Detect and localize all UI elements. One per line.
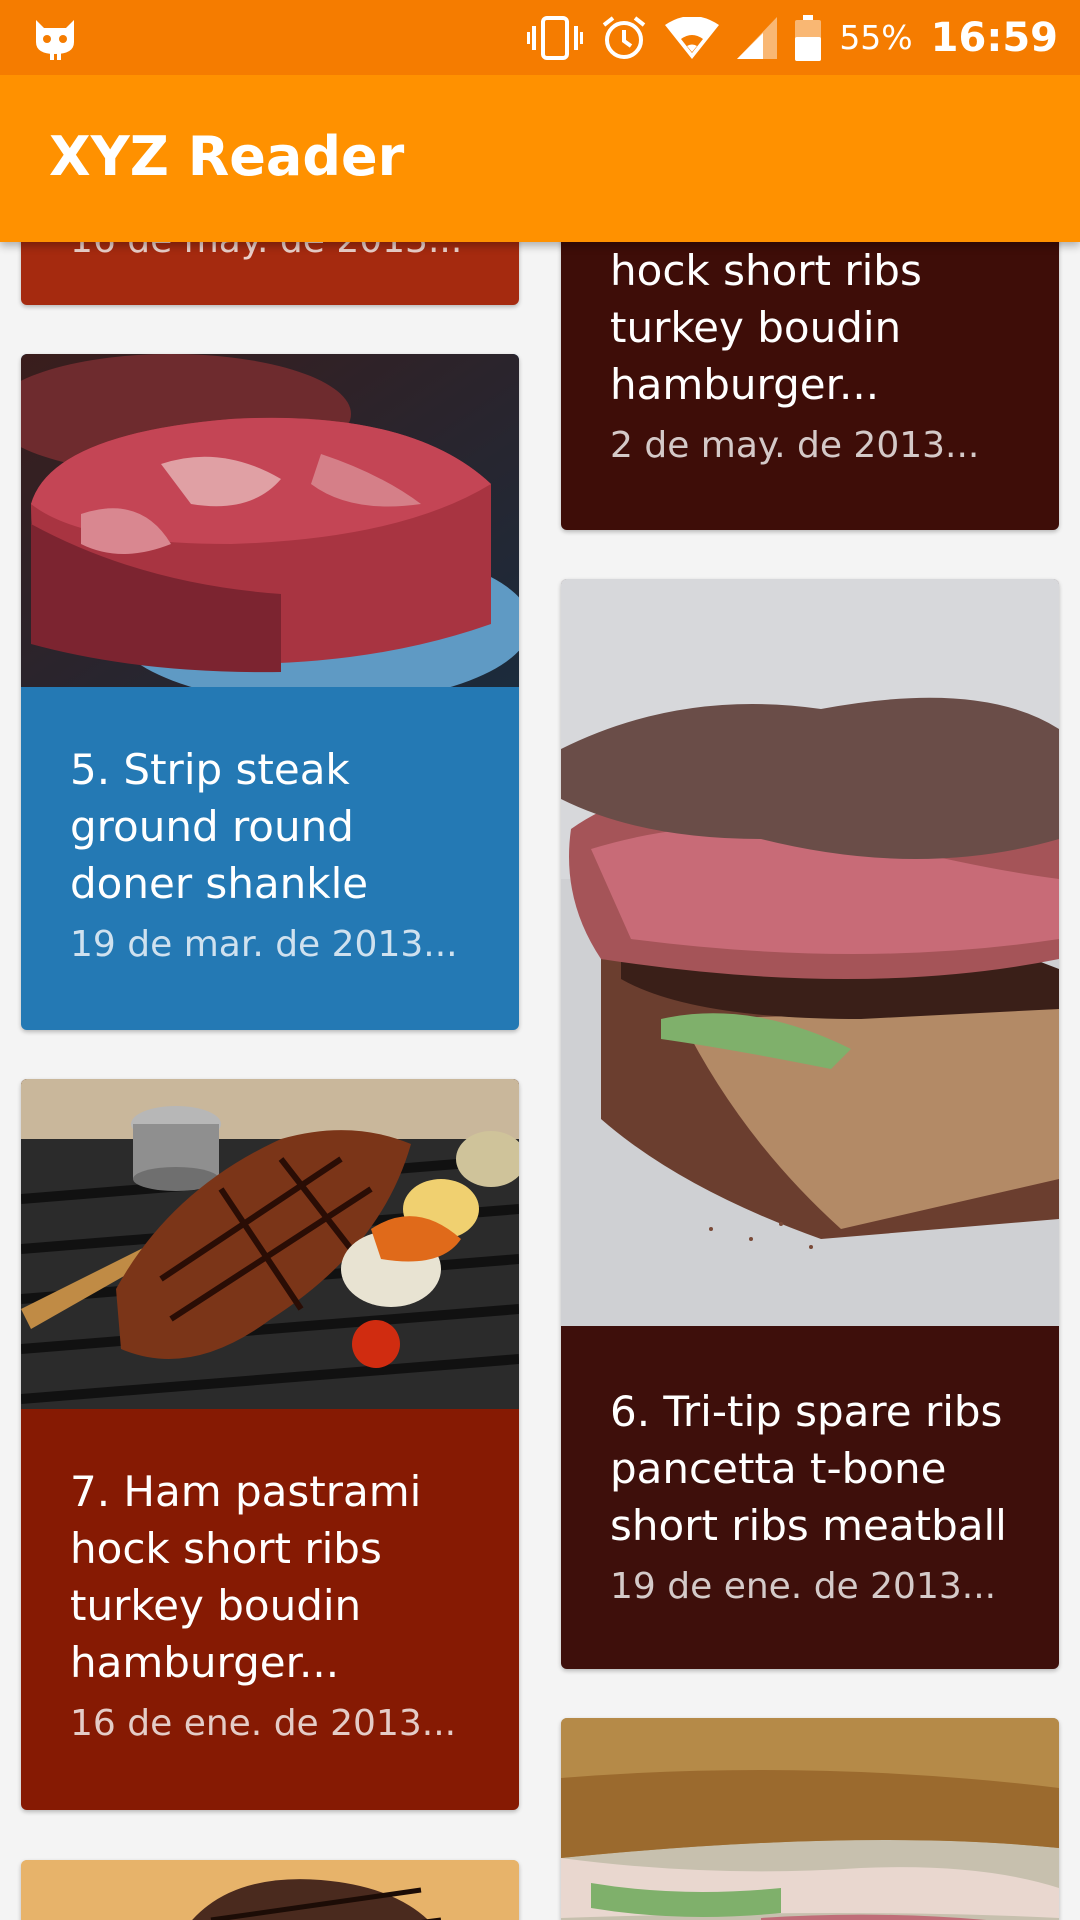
card-text: 6. Tri-tip spare ribs pancetta t-bone sh… [610, 1383, 1019, 1607]
screen: 55% 16:59 XYZ Reader 16 de may. de 2013.… [0, 0, 1080, 1920]
app-title: XYZ Reader [49, 125, 405, 188]
article-photo [561, 579, 1059, 1326]
notification-cat-icon [36, 20, 74, 60]
card-text: hock short ribs turkey boudin hamburger.… [610, 242, 1019, 466]
article-date: 16 de ene. de 2013... [70, 1703, 457, 1744]
cell-signal-icon [737, 16, 778, 59]
battery-percent: 55% [839, 18, 913, 57]
card-text: 7. Ham pastrami hock short ribs turkey b… [70, 1463, 479, 1744]
vibrate-icon [527, 15, 584, 60]
article-card[interactable]: 7. Ham pastrami hock short ribs turkey b… [21, 1079, 519, 1810]
article-card[interactable] [21, 1860, 519, 1920]
app-bar: XYZ Reader [0, 75, 1080, 242]
article-title: hock short ribs turkey boudin hamburger.… [610, 246, 922, 409]
article-date: 2 de may. de 2013... [610, 425, 980, 466]
article-card[interactable]: 5. Strip steak ground round doner shankl… [21, 354, 519, 1030]
article-title: 5. Strip steak ground round doner shankl… [70, 745, 369, 908]
status-icons: 55% 16:59 [527, 0, 1058, 75]
article-photo [21, 354, 519, 687]
status-bar: 55% 16:59 [0, 0, 1080, 75]
card-text: 5. Strip steak ground round doner shankl… [70, 741, 479, 965]
article-card[interactable]: 6. Tri-tip spare ribs pancetta t-bone sh… [561, 579, 1059, 1669]
alarm-icon [603, 15, 646, 59]
article-photo [21, 1860, 519, 1920]
article-date: 19 de mar. de 2013... [70, 924, 458, 965]
wifi-icon [665, 16, 720, 59]
clock: 16:59 [930, 14, 1058, 61]
article-title: 7. Ham pastrami hock short ribs turkey b… [70, 1467, 422, 1687]
article-title: 6. Tri-tip spare ribs pancetta t-bone sh… [610, 1387, 1007, 1550]
battery-icon [795, 14, 822, 61]
article-photo [21, 1079, 519, 1409]
article-card[interactable] [561, 1718, 1059, 1920]
article-date: 19 de ene. de 2013... [610, 1566, 997, 1607]
article-photo [561, 1718, 1059, 1920]
